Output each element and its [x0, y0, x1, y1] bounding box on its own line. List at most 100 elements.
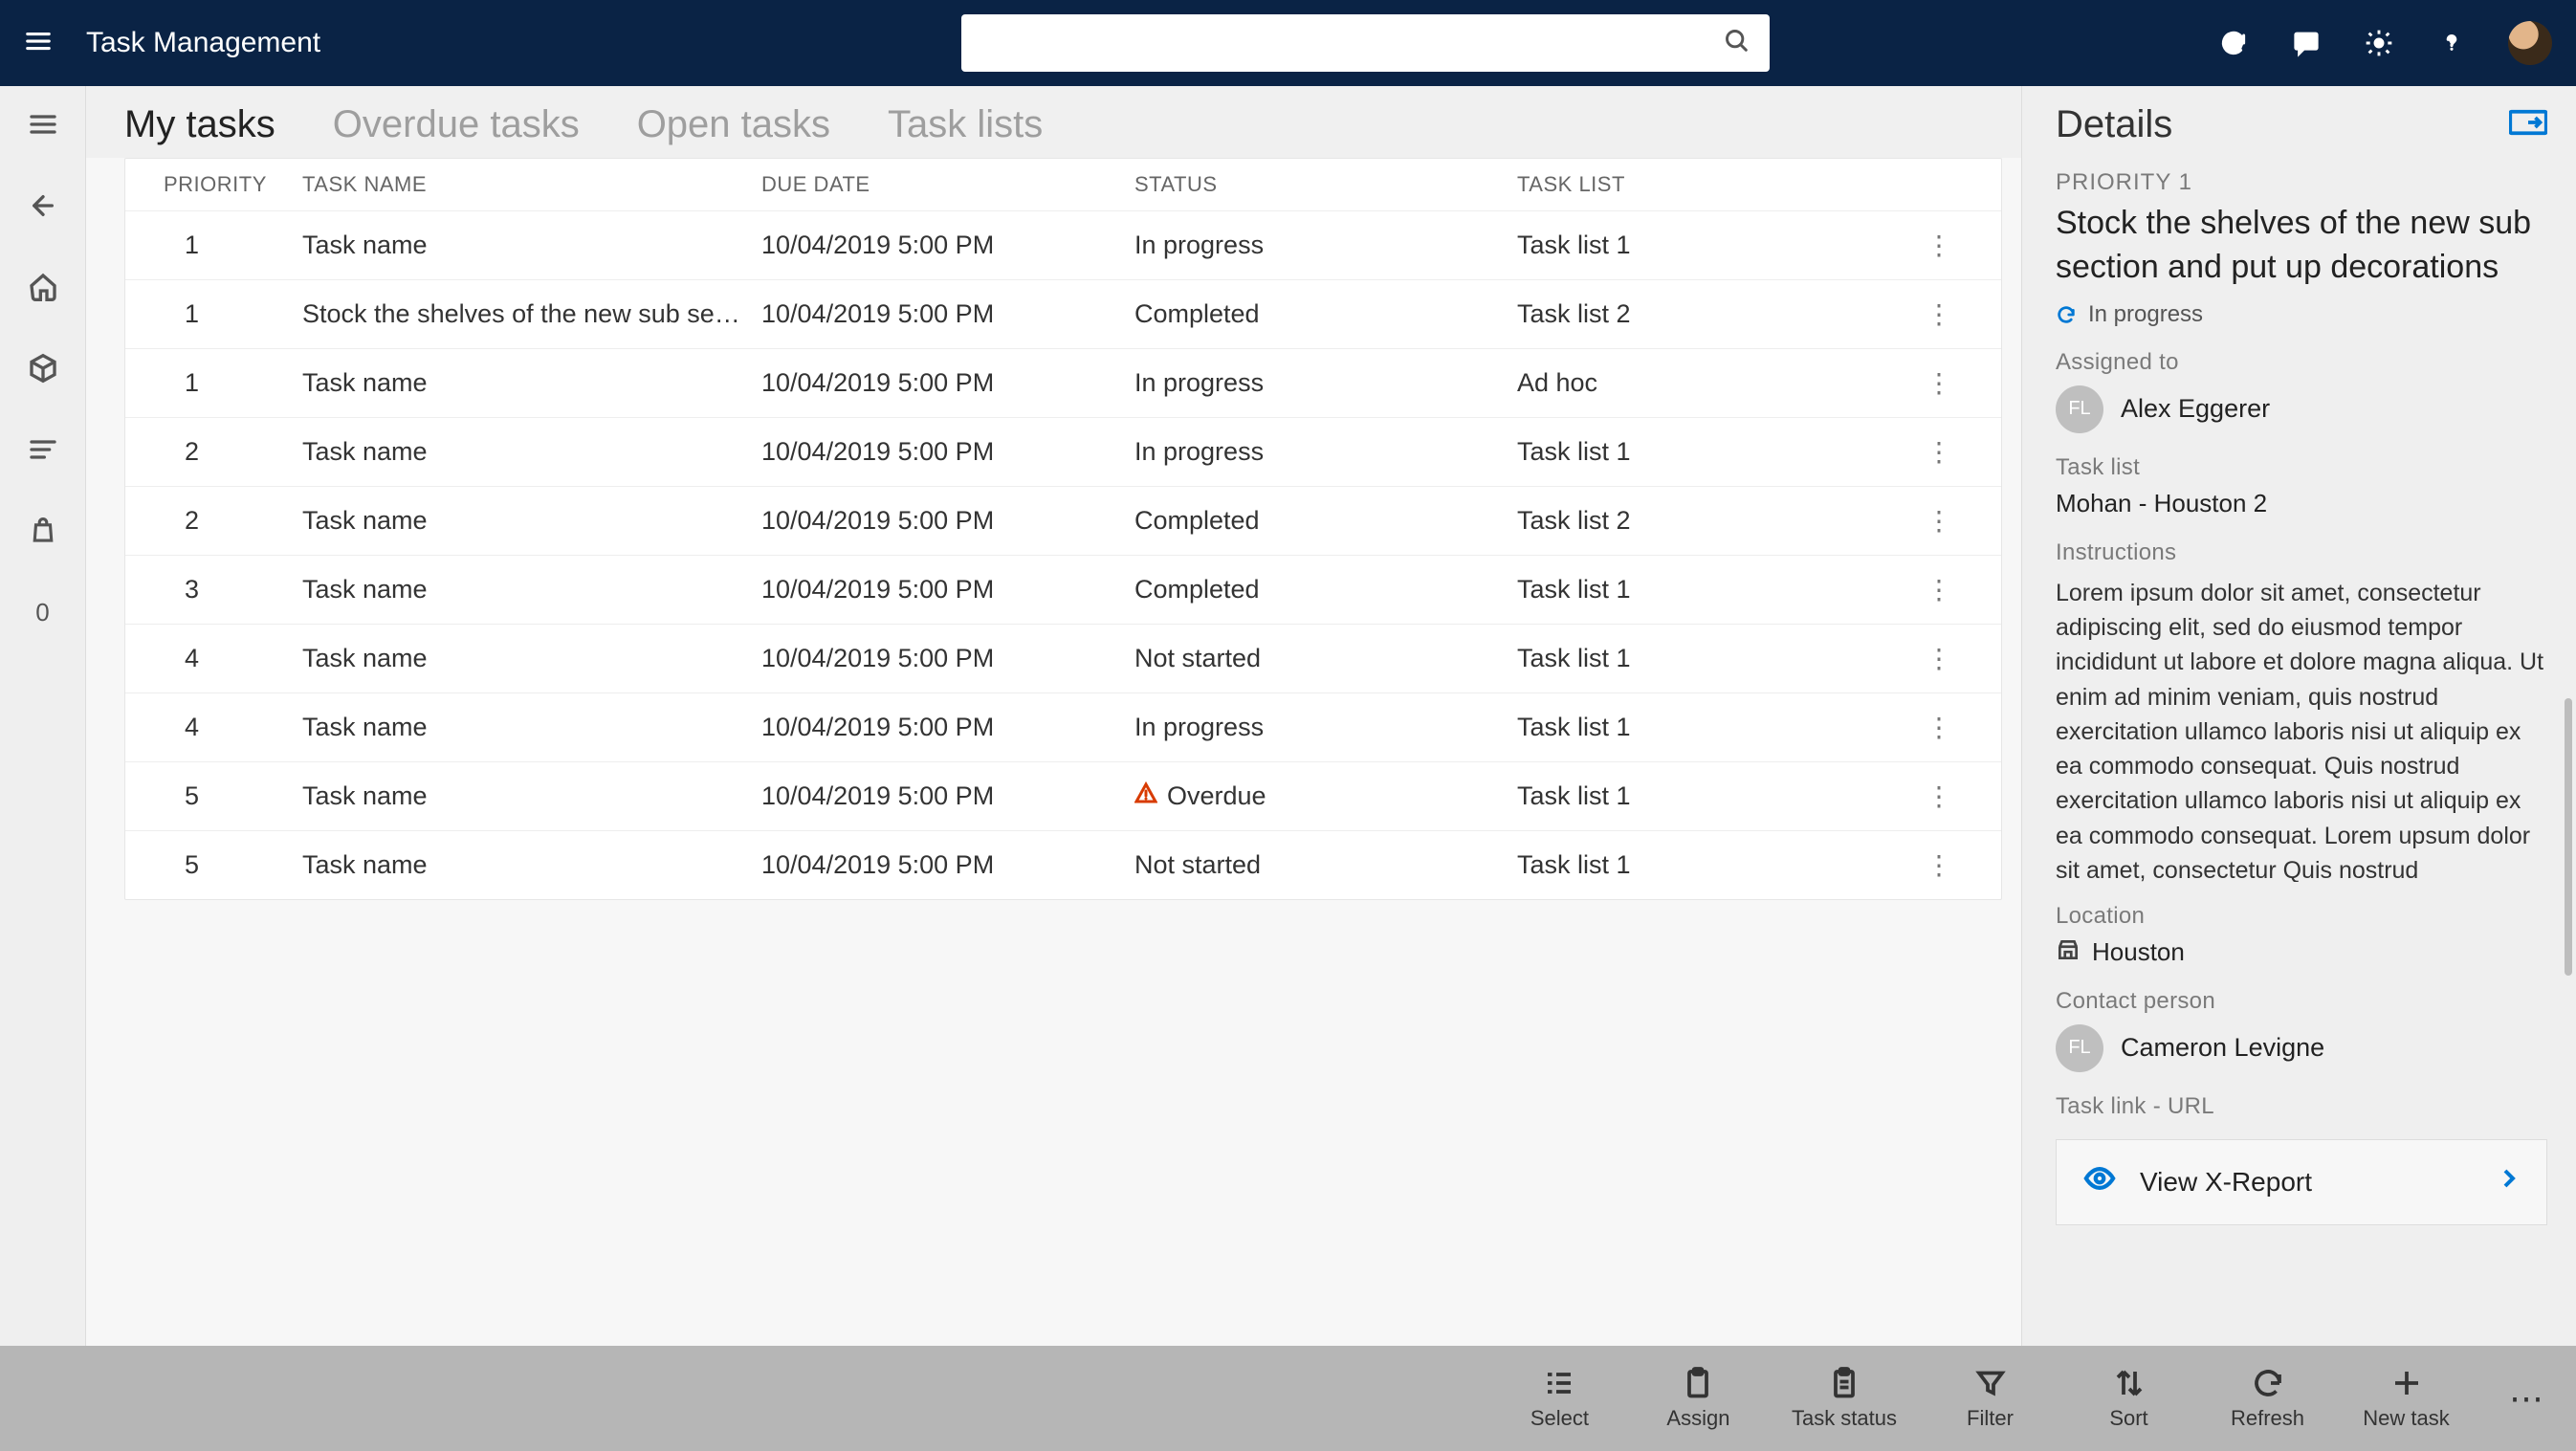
- action-refresh-label: Refresh: [2231, 1406, 2304, 1431]
- col-header-name[interactable]: TASK NAME: [302, 172, 761, 197]
- col-header-status[interactable]: STATUS: [1134, 172, 1517, 197]
- action-new-task[interactable]: New task: [2361, 1366, 2452, 1431]
- table-row[interactable]: 5Task name10/04/2019 5:00 PMNot startedT…: [125, 830, 2001, 899]
- cell-list: Task list 2: [1517, 299, 1915, 329]
- task-link-card[interactable]: View X-Report: [2056, 1139, 2547, 1225]
- row-menu-icon[interactable]: ⋮: [1915, 849, 1963, 881]
- action-assign[interactable]: Assign: [1653, 1366, 1744, 1431]
- action-assign-label: Assign: [1666, 1406, 1729, 1431]
- search-icon[interactable]: [1724, 28, 1750, 59]
- assigned-to-row[interactable]: FL Alex Eggerer: [2056, 385, 2547, 433]
- location-value: Houston: [2092, 937, 2185, 967]
- package-icon[interactable]: [24, 349, 62, 387]
- row-menu-icon[interactable]: ⋮: [1915, 230, 1963, 261]
- cell-list: Task list 1: [1517, 644, 1915, 673]
- table-row[interactable]: 4Task name10/04/2019 5:00 PMNot startedT…: [125, 624, 2001, 693]
- cell-status: Completed: [1134, 506, 1517, 536]
- task-link-label: Task link - URL: [2056, 1093, 2547, 1120]
- col-header-priority[interactable]: PRIORITY: [164, 172, 302, 197]
- cell-list: Task list 1: [1517, 713, 1915, 742]
- tab-my-tasks[interactable]: My tasks: [124, 103, 275, 146]
- cell-list: Task list 1: [1517, 781, 1915, 811]
- contact-row[interactable]: FL Cameron Levigne: [2056, 1024, 2547, 1072]
- cell-status: In progress: [1134, 437, 1517, 467]
- action-task-status-label: Task status: [1792, 1406, 1897, 1431]
- row-menu-icon[interactable]: ⋮: [1915, 643, 1963, 674]
- cell-priority: 5: [164, 781, 302, 811]
- user-avatar[interactable]: [2508, 21, 2552, 65]
- rail-badge[interactable]: 0: [24, 593, 62, 631]
- cell-due: 10/04/2019 5:00 PM: [761, 575, 1134, 605]
- cell-status: Not started: [1134, 850, 1517, 880]
- hamburger-icon[interactable]: [24, 27, 53, 60]
- cell-name: Task name: [302, 644, 761, 673]
- rail-hamburger-icon[interactable]: [24, 105, 62, 143]
- cell-due: 10/04/2019 5:00 PM: [761, 781, 1134, 811]
- cell-name: Task name: [302, 575, 761, 605]
- list-icon[interactable]: [24, 430, 62, 469]
- chat-icon[interactable]: [2290, 27, 2323, 59]
- tab-bar: My tasks Overdue tasks Open tasks Task l…: [86, 86, 2021, 158]
- details-task-title: Stock the shelves of the new sub section…: [2056, 202, 2547, 290]
- row-menu-icon[interactable]: ⋮: [1915, 505, 1963, 537]
- tab-overdue-tasks[interactable]: Overdue tasks: [333, 103, 580, 146]
- back-icon[interactable]: [24, 187, 62, 225]
- table-header: PRIORITY TASK NAME DUE DATE STATUS TASK …: [125, 159, 2001, 210]
- home-icon[interactable]: [24, 268, 62, 306]
- more-icon[interactable]: ⋯: [2509, 1378, 2547, 1418]
- cell-priority: 4: [164, 713, 302, 742]
- help-icon[interactable]: [2435, 27, 2468, 59]
- action-select[interactable]: Select: [1514, 1366, 1605, 1431]
- gear-icon[interactable]: [2363, 27, 2395, 59]
- row-menu-icon[interactable]: ⋮: [1915, 436, 1963, 468]
- row-menu-icon[interactable]: ⋮: [1915, 780, 1963, 812]
- expand-panel-icon[interactable]: [2509, 108, 2547, 142]
- table-row[interactable]: 1Task name10/04/2019 5:00 PMIn progressT…: [125, 210, 2001, 279]
- table-row[interactable]: 1Stock the shelves of the new sub sectio…: [125, 279, 2001, 348]
- table-row[interactable]: 2Task name10/04/2019 5:00 PMCompletedTas…: [125, 486, 2001, 555]
- sync-icon[interactable]: [2217, 27, 2250, 59]
- cell-priority: 5: [164, 850, 302, 880]
- cell-status: Overdue: [1134, 781, 1517, 811]
- cell-name: Task name: [302, 850, 761, 880]
- cell-name: Task name: [302, 368, 761, 398]
- details-priority-label: PRIORITY 1: [2056, 169, 2547, 196]
- table-row[interactable]: 5Task name10/04/2019 5:00 PMOverdueTask …: [125, 761, 2001, 830]
- store-icon: [2056, 937, 2081, 967]
- table-row[interactable]: 1Task name10/04/2019 5:00 PMIn progressA…: [125, 348, 2001, 417]
- details-scrollbar[interactable]: [2565, 698, 2572, 976]
- search-box[interactable]: [961, 14, 1770, 72]
- col-header-due[interactable]: DUE DATE: [761, 172, 1134, 197]
- action-filter[interactable]: Filter: [1945, 1366, 2036, 1431]
- instructions-label: Instructions: [2056, 539, 2547, 566]
- cell-list: Ad hoc: [1517, 368, 1915, 398]
- cell-due: 10/04/2019 5:00 PM: [761, 368, 1134, 398]
- table-row[interactable]: 3Task name10/04/2019 5:00 PMCompletedTas…: [125, 555, 2001, 624]
- row-menu-icon[interactable]: ⋮: [1915, 367, 1963, 399]
- bottom-bar: Select Assign Task status Filter Sort Re…: [0, 1346, 2576, 1451]
- cell-list: Task list 1: [1517, 850, 1915, 880]
- action-select-label: Select: [1530, 1406, 1589, 1431]
- col-header-list[interactable]: TASK LIST: [1517, 172, 1915, 197]
- table-row[interactable]: 2Task name10/04/2019 5:00 PMIn progressT…: [125, 417, 2001, 486]
- bag-icon[interactable]: [24, 512, 62, 550]
- tab-open-tasks[interactable]: Open tasks: [637, 103, 830, 146]
- row-menu-icon[interactable]: ⋮: [1915, 298, 1963, 330]
- row-menu-icon[interactable]: ⋮: [1915, 574, 1963, 605]
- row-menu-icon[interactable]: ⋮: [1915, 712, 1963, 743]
- cell-name: Task name: [302, 781, 761, 811]
- tab-task-lists[interactable]: Task lists: [888, 103, 1043, 146]
- action-task-status[interactable]: Task status: [1792, 1366, 1897, 1431]
- action-refresh[interactable]: Refresh: [2222, 1366, 2313, 1431]
- search-input[interactable]: [980, 29, 1724, 58]
- cell-due: 10/04/2019 5:00 PM: [761, 644, 1134, 673]
- action-sort[interactable]: Sort: [2083, 1366, 2174, 1431]
- cell-priority: 1: [164, 231, 302, 260]
- assigned-name: Alex Eggerer: [2121, 394, 2270, 424]
- contact-name: Cameron Levigne: [2121, 1033, 2324, 1063]
- details-status-text: In progress: [2088, 301, 2203, 328]
- table-row[interactable]: 4Task name10/04/2019 5:00 PMIn progressT…: [125, 693, 2001, 761]
- chevron-right-icon: [2497, 1163, 2520, 1200]
- cell-priority: 1: [164, 368, 302, 398]
- cell-due: 10/04/2019 5:00 PM: [761, 231, 1134, 260]
